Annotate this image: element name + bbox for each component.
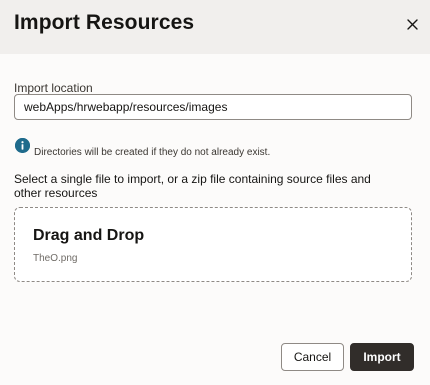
drop-zone[interactable]: Drag and Drop TheO.png xyxy=(14,207,412,282)
import-resources-dialog: Import Resources Import location Directo… xyxy=(0,0,430,385)
dialog-header: Import Resources xyxy=(0,0,430,54)
close-icon xyxy=(406,18,418,30)
import-location-label: Import location xyxy=(14,81,93,95)
cancel-button[interactable]: Cancel xyxy=(281,343,344,371)
dialog-title: Import Resources xyxy=(14,11,195,34)
import-instructions: Select a single file to import, or a zip… xyxy=(14,172,371,200)
close-button[interactable] xyxy=(401,13,423,35)
import-location-input[interactable] xyxy=(14,94,412,120)
drop-zone-title: Drag and Drop xyxy=(33,227,145,244)
import-button[interactable]: Import xyxy=(350,343,414,371)
info-message: Directories will be created if they do n… xyxy=(34,147,271,158)
selected-file-name: TheO.png xyxy=(33,253,78,264)
info-icon xyxy=(15,138,30,153)
